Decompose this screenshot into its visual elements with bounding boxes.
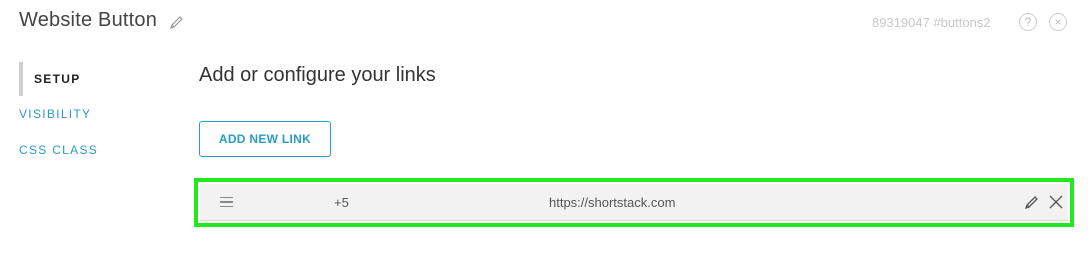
sidebar-item-css-class[interactable]: CSS CLASS xyxy=(19,132,98,168)
link-row[interactable]: +5 https://shortstack.com xyxy=(200,184,1068,221)
sidebar-item-visibility[interactable]: VISIBILITY xyxy=(19,96,98,132)
widget-id-label: 89319047 #buttons2 xyxy=(872,15,991,30)
link-url: https://shortstack.com xyxy=(549,195,676,210)
sidebar-nav: SETUP VISIBILITY CSS CLASS xyxy=(19,62,98,168)
delete-link-icon[interactable] xyxy=(1049,195,1063,209)
page-header: Website Button xyxy=(19,9,184,32)
sidebar-item-setup[interactable]: SETUP xyxy=(19,62,98,96)
link-count: +5 xyxy=(334,195,349,210)
page-title: Website Button xyxy=(19,9,158,31)
drag-handle-icon[interactable] xyxy=(220,197,233,207)
edit-link-icon[interactable] xyxy=(1024,195,1039,210)
help-icon[interactable]: ? xyxy=(1019,13,1037,31)
add-new-link-button[interactable]: ADD NEW LINK xyxy=(199,121,331,157)
close-icon[interactable]: × xyxy=(1049,13,1067,31)
section-title: Add or configure your links xyxy=(199,64,436,86)
pencil-icon[interactable] xyxy=(169,13,184,29)
